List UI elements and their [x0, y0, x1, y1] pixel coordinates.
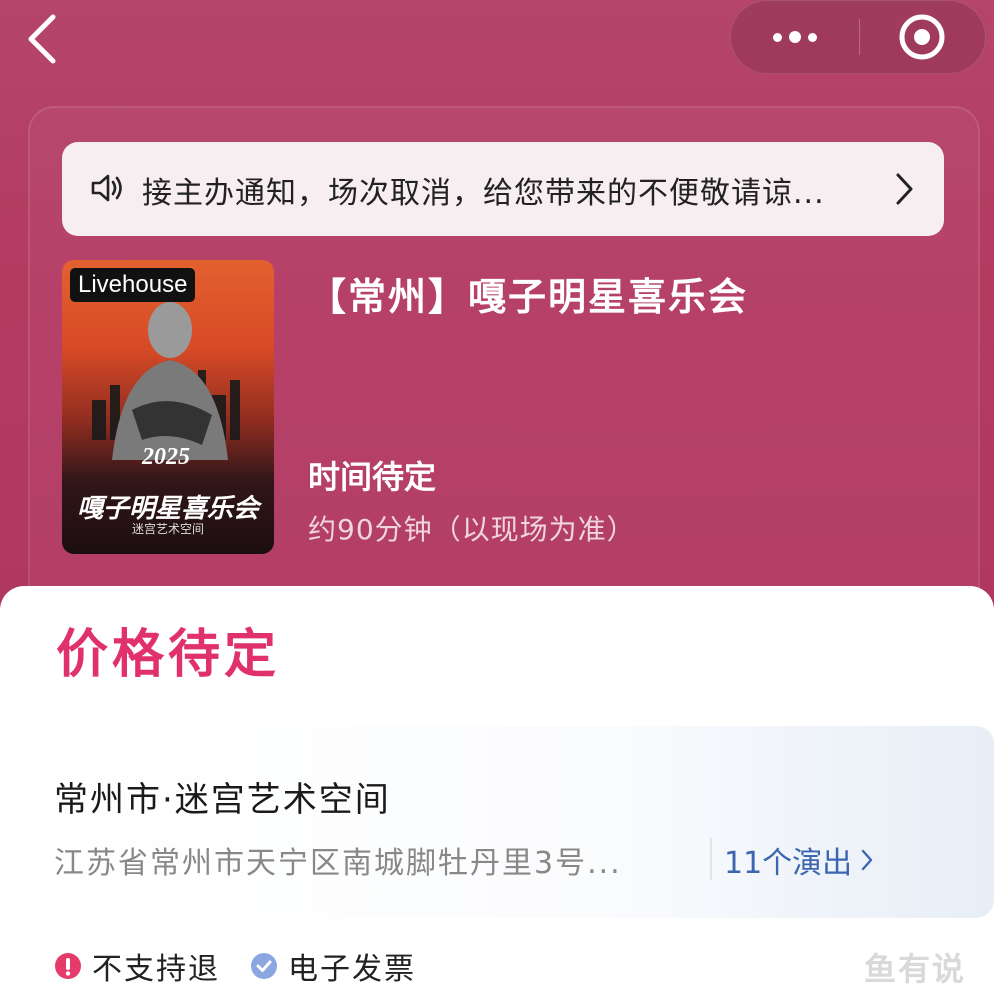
venue-shows-count: 11个演出	[724, 846, 853, 881]
no-refund-tag: 不支持退	[54, 944, 220, 988]
show-duration: 约90分钟（以现场为准）	[308, 513, 636, 546]
venue-name: 常州市·迷宫艺术空间	[54, 780, 391, 820]
notice-text: 接主办通知，场次取消，给您带来的不便敬请谅...	[142, 176, 825, 211]
show-poster[interactable]: Livehouse 2025 嘎子明星喜乐会 迷宫艺术空间	[62, 260, 274, 554]
venue-divider	[710, 838, 712, 880]
poster-year: 2025	[142, 444, 190, 470]
show-time: 时间待定	[308, 458, 437, 496]
exclamation-circle-icon	[55, 953, 81, 979]
target-icon	[899, 14, 945, 60]
more-dots-icon	[772, 32, 782, 42]
watermark: 鱼有说	[864, 950, 967, 988]
policy-tags: 不支持退 电子发票	[54, 944, 446, 988]
price-label: 价格待定	[56, 625, 281, 685]
chevron-right-icon	[861, 849, 873, 871]
cancellation-notice-bar[interactable]: 接主办通知，场次取消，给您带来的不便敬请谅...	[62, 142, 944, 236]
more-button[interactable]	[731, 0, 859, 74]
show-title: 【常州】嘎子明星喜乐会	[308, 275, 749, 319]
venue-address: 江苏省常州市天宁区南城脚牡丹里3号...	[54, 846, 622, 881]
close-mini-program-button[interactable]	[860, 0, 986, 74]
chevron-right-icon	[896, 173, 913, 205]
poster-subtitle: 迷宫艺术空间	[131, 522, 204, 536]
mini-program-capsule	[730, 0, 986, 74]
chevron-left-icon	[28, 14, 56, 64]
no-refund-label: 不支持退	[92, 952, 220, 987]
venue-shows-link[interactable]: 11个演出	[724, 838, 874, 882]
livehouse-badge: Livehouse	[70, 268, 196, 302]
venue-card[interactable]	[10, 726, 994, 918]
back-button[interactable]	[18, 12, 66, 66]
check-circle-icon	[251, 953, 277, 979]
e-invoice-label: 电子发票	[288, 952, 416, 987]
speaker-icon	[91, 174, 122, 202]
e-invoice-tag: 电子发票	[250, 944, 416, 988]
